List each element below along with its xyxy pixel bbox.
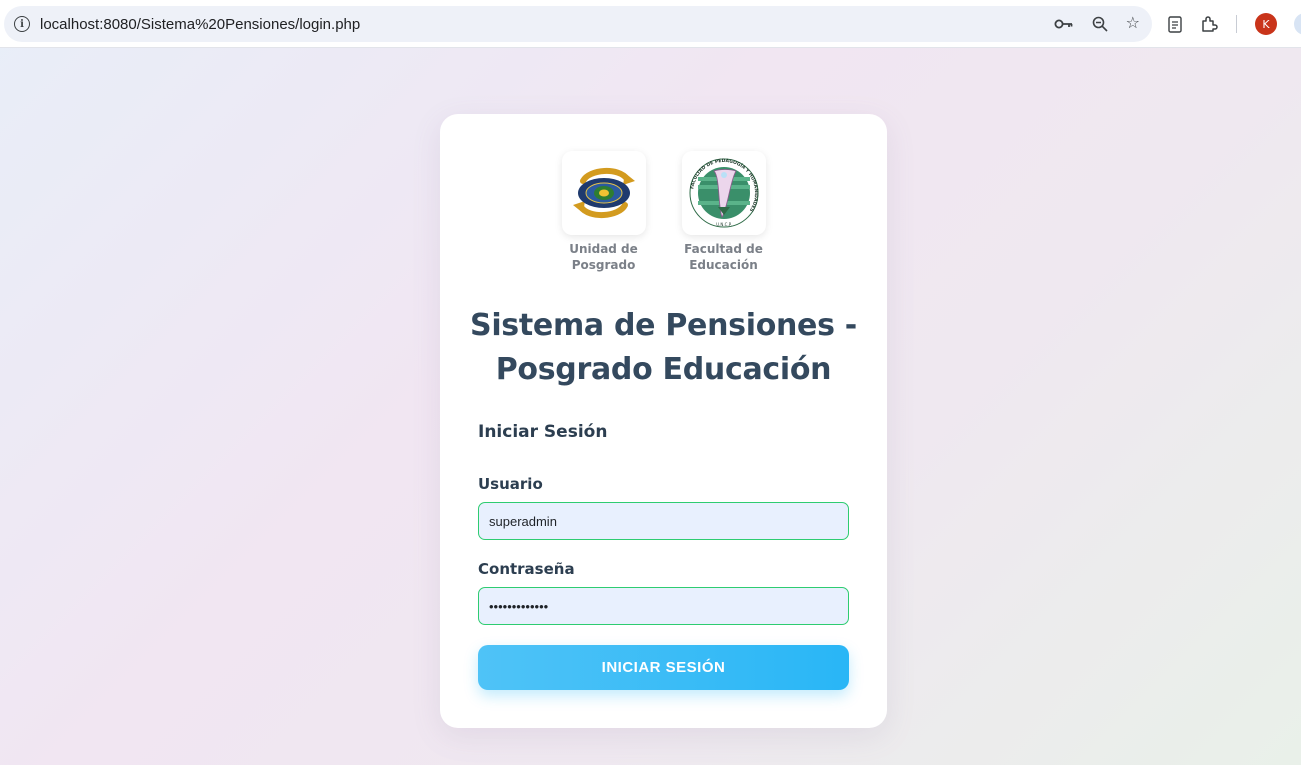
logo-bottom-text: U.N.C.P.: [716, 222, 732, 227]
logo-caption: Unidad de Posgrado: [569, 242, 638, 272]
document-icon[interactable]: [1168, 15, 1182, 33]
zoom-out-icon[interactable]: [1092, 16, 1108, 32]
password-label: Contraseña: [478, 560, 575, 578]
star-icon[interactable]: ☆: [1126, 16, 1140, 32]
login-button[interactable]: INICIAR SESIÓN: [478, 645, 849, 690]
info-icon[interactable]: i: [14, 16, 30, 32]
profile-menu-icon[interactable]: [1294, 13, 1301, 35]
logo-unidad-posgrado: Unidad de Posgrado: [554, 151, 654, 273]
extensions-icon[interactable]: [1200, 15, 1218, 33]
key-icon[interactable]: [1054, 18, 1074, 30]
address-bar[interactable]: i localhost:8080/Sistema%20Pensiones/log…: [4, 6, 1152, 42]
page-title: Sistema de Pensiones - Posgrado Educació…: [470, 308, 857, 387]
login-heading: Iniciar Sesión: [478, 422, 608, 442]
profile-avatar[interactable]: K: [1255, 13, 1277, 35]
password-input[interactable]: [478, 587, 849, 625]
logos-row: Unidad de Posgrado FACULTAD DE PEDAGOGÍA…: [440, 151, 887, 273]
browser-toolbar: i localhost:8080/Sistema%20Pensiones/log…: [0, 0, 1301, 48]
toolbar-actions: K: [1168, 6, 1277, 42]
omnibox-actions: ☆: [1054, 6, 1140, 42]
logo-caption: Facultad de Educación: [684, 242, 763, 272]
username-input[interactable]: [478, 502, 849, 540]
url-text[interactable]: localhost:8080/Sistema%20Pensiones/login…: [40, 16, 360, 33]
logo-facultad-educacion: FACULTAD DE PEDAGOGÍA Y HUMANIDADES U.N.…: [674, 151, 774, 273]
facultad-educacion-logo: FACULTAD DE PEDAGOGÍA Y HUMANIDADES U.N.…: [681, 151, 766, 235]
toolbar-divider: [1236, 15, 1237, 33]
user-label: Usuario: [478, 475, 543, 493]
unidad-posgrado-logo: [561, 151, 646, 235]
login-card: Unidad de Posgrado FACULTAD DE PEDAGOGÍA…: [440, 114, 887, 728]
